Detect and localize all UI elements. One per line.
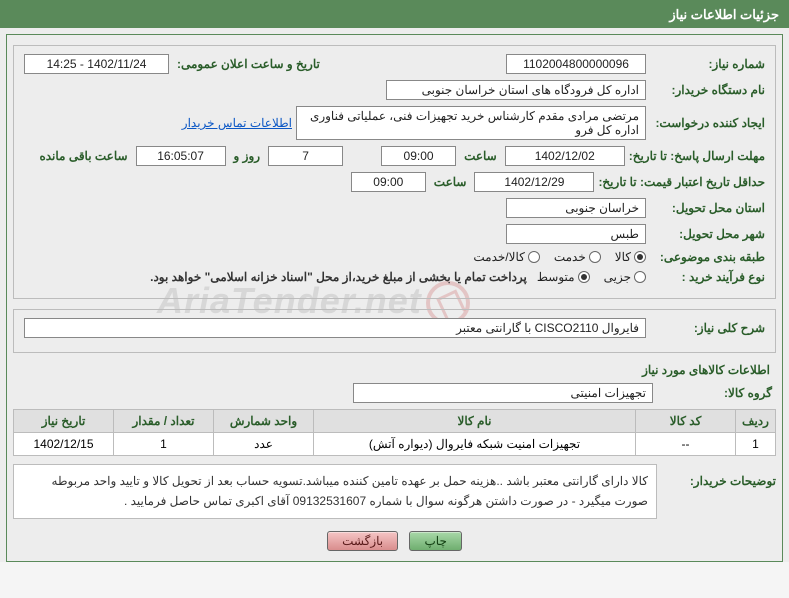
announce-datetime-value: 1402/11/24 - 14:25 — [24, 54, 169, 74]
reply-deadline-date: 1402/12/02 — [505, 146, 625, 166]
price-validity-time-label: ساعت — [430, 175, 471, 189]
cell-name: تجهیزات امنیت شبکه فایروال (دیواره آتش) — [314, 433, 636, 456]
reply-days-label: روز و — [230, 149, 265, 163]
buyer-org-value: اداره کل فرودگاه های استان خراسان جنوبی — [386, 80, 646, 100]
th-unit: واحد شمارش — [214, 410, 314, 433]
goods-table: ردیف کد کالا نام کالا واحد شمارش تعداد /… — [13, 409, 776, 456]
radio-icon — [634, 251, 646, 263]
buy-process-label: نوع فرآیند خرید : — [650, 270, 765, 284]
category-radio-set: کالا خدمت کالا/خدمت — [473, 250, 646, 264]
overview-value: فایروال CISCO2110 با گارانتی معتبر — [24, 318, 646, 338]
radio-icon — [634, 271, 646, 283]
th-name: نام کالا — [314, 410, 636, 433]
category-radio-service[interactable]: خدمت — [554, 250, 601, 264]
goods-group-value: تجهیزات امنیتی — [353, 383, 653, 403]
goods-group-label: گروه کالا: — [657, 386, 772, 400]
th-code: کد کالا — [636, 410, 736, 433]
overview-label: شرح کلی نیاز: — [650, 321, 765, 335]
th-qty: تعداد / مقدار — [114, 410, 214, 433]
overview-fieldset: شرح کلی نیاز: فایروال CISCO2110 با گاران… — [13, 309, 776, 353]
price-validity-date: 1402/12/29 — [474, 172, 594, 192]
cell-idx: 1 — [736, 433, 776, 456]
radio-icon — [528, 251, 540, 263]
buy-process-radio-set: جزیی متوسط — [537, 270, 646, 284]
back-button[interactable]: بازگشت — [327, 531, 398, 551]
reply-remaining-time: 16:05:07 — [136, 146, 226, 166]
th-date: تاریخ نیاز — [14, 410, 114, 433]
delivery-province-value: خراسان جنوبی — [506, 198, 646, 218]
print-button[interactable]: چاپ — [409, 531, 461, 551]
category-radio-both[interactable]: کالا/خدمت — [473, 250, 539, 264]
delivery-city-value: طبس — [506, 224, 646, 244]
category-label: طبقه بندی موضوعی: — [650, 250, 765, 264]
reply-remaining-label: ساعت باقی مانده — [35, 149, 131, 163]
requester-value: مرتضی مرادی مقدم کارشناس خرید تجهیزات فن… — [296, 106, 646, 140]
cell-unit: عدد — [214, 433, 314, 456]
price-validity-label: حداقل تاریخ اعتبار قیمت: تا تاریخ: — [598, 175, 765, 189]
announce-datetime-label: تاریخ و ساعت اعلان عمومی: — [173, 57, 324, 71]
goods-section-title: اطلاعات کالاهای مورد نیاز — [13, 363, 770, 377]
radio-icon — [589, 251, 601, 263]
buyer-contact-link[interactable]: اطلاعات تماس خریدار — [182, 116, 292, 130]
th-idx: ردیف — [736, 410, 776, 433]
reply-deadline-time: 09:00 — [381, 146, 456, 166]
reply-deadline-label: مهلت ارسال پاسخ: تا تاریخ: — [629, 149, 765, 163]
cell-code: -- — [636, 433, 736, 456]
requester-label: ایجاد کننده درخواست: — [650, 116, 765, 130]
buy-process-radio-medium[interactable]: متوسط — [537, 270, 590, 284]
need-number-value: 1102004800000096 — [506, 54, 646, 74]
cell-qty: 1 — [114, 433, 214, 456]
buyer-notes-label: توضیحات خریدار: — [661, 464, 776, 488]
buy-process-radio-minor[interactable]: جزیی — [604, 270, 646, 284]
category-radio-goods[interactable]: کالا — [615, 250, 646, 264]
buyer-notes-value: کالا دارای گارانتی معتبر باشد ..هزینه حم… — [13, 464, 657, 519]
need-number-label: شماره نیاز: — [650, 57, 765, 71]
buyer-org-label: نام دستگاه خریدار: — [650, 83, 765, 97]
reply-deadline-days: 7 — [268, 146, 343, 166]
panel-title: جزئیات اطلاعات نیاز — [0, 2, 789, 28]
table-row: 1 -- تجهیزات امنیت شبکه فایروال (دیواره … — [14, 433, 776, 456]
reply-time-label: ساعت — [460, 149, 501, 163]
general-info-fieldset: شماره نیاز: 1102004800000096 تاریخ و ساع… — [13, 45, 776, 299]
cell-date: 1402/12/15 — [14, 433, 114, 456]
price-validity-time: 09:00 — [351, 172, 426, 192]
radio-icon — [578, 271, 590, 283]
delivery-city-label: شهر محل تحویل: — [650, 227, 765, 241]
buy-process-note: پرداخت تمام یا بخشی از مبلغ خرید،از محل … — [150, 270, 533, 284]
delivery-province-label: استان محل تحویل: — [650, 201, 765, 215]
